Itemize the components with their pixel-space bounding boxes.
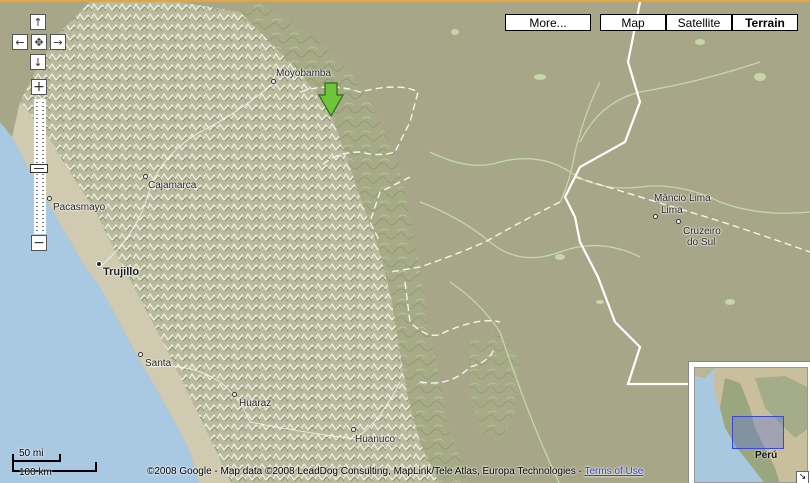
cajamarca-dot	[143, 174, 148, 179]
scale-km-label: 100 km	[19, 467, 52, 478]
scale-bar: 50 mi 100 km	[12, 445, 112, 479]
scale-miles-tick	[59, 454, 61, 462]
arrow-left-icon: ←	[15, 35, 25, 49]
place-label-mancio-lima-city[interactable]: Lima	[661, 205, 683, 216]
overview-country-label: Perú	[755, 450, 778, 461]
huanuco-dot	[351, 427, 356, 432]
place-label-do-sul[interactable]: do Sul	[687, 237, 715, 248]
place-label-cruzeiro[interactable]: Cruzeiro	[683, 226, 721, 237]
place-label-pacasmayo[interactable]: Pacasmayo	[53, 202, 105, 213]
more-button[interactable]: More...	[505, 14, 591, 31]
overview-viewport-rectangle[interactable]	[732, 416, 784, 449]
place-label-huanuco[interactable]: Huanuco	[355, 434, 395, 445]
pan-center-button[interactable]: ✥	[31, 34, 47, 50]
pan-right-button[interactable]: →	[50, 34, 66, 50]
zoom-slider-handle[interactable]	[30, 164, 48, 173]
copyright-notice: ©2008 Google - Map data ©2008 LeadDog Co…	[147, 466, 585, 477]
map-view[interactable]: Moyobamba Cajamarca Pacasmayo Trujillo S…	[0, 0, 810, 483]
place-label-huaraz[interactable]: Huaraz	[239, 398, 271, 409]
moyobamba-dot	[271, 79, 276, 84]
zoom-in-button[interactable]: +	[31, 79, 47, 95]
mancio-lima-dot	[653, 214, 658, 219]
pacasmayo-dot	[47, 196, 52, 201]
huaraz-dot	[232, 392, 237, 397]
pan-left-button[interactable]: ←	[12, 34, 28, 50]
place-label-cajamarca[interactable]: Cajamarca	[148, 180, 196, 191]
place-label-moyobamba[interactable]: Moyobamba	[276, 68, 331, 79]
map-type-terrain-button[interactable]: Terrain	[732, 14, 798, 31]
place-label-santa[interactable]: Santa	[145, 358, 171, 369]
plus-icon: +	[33, 79, 45, 95]
location-marker-icon[interactable]	[318, 82, 344, 118]
collapse-arrow-icon: ↘	[798, 472, 807, 482]
center-icon: ✥	[34, 35, 44, 49]
place-label-trujillo[interactable]: Trujillo	[103, 267, 139, 278]
scale-miles-label: 50 mi	[19, 448, 44, 459]
santa-dot	[138, 352, 143, 357]
overview-map-view[interactable]: Perú	[694, 367, 808, 483]
trujillo-dot	[96, 261, 102, 267]
scale-km-tick	[95, 462, 97, 472]
pan-down-button[interactable]: ↓	[30, 54, 46, 70]
cruzeiro-do-sul-dot	[676, 219, 681, 224]
map-type-map-button[interactable]: Map	[600, 14, 666, 31]
map-type-satellite-button[interactable]: Satellite	[666, 14, 732, 31]
copyright-text: ©2008 Google - Map data ©2008 LeadDog Co…	[147, 466, 643, 477]
terms-of-use-link[interactable]: Terms of Use	[584, 466, 643, 477]
arrow-down-icon: ↓	[33, 55, 43, 69]
overview-toggle-button[interactable]: ↘	[796, 471, 809, 483]
arrow-up-icon: ↑	[33, 15, 43, 29]
pan-up-button[interactable]: ↑	[30, 14, 46, 30]
arrow-right-icon: →	[53, 35, 63, 49]
place-label-mancio-lima-line[interactable]: Mâncio Lima	[654, 193, 711, 204]
overview-map[interactable]: Perú ↘	[688, 361, 810, 483]
scale-miles-line	[12, 460, 60, 462]
minus-icon: −	[33, 235, 45, 251]
scale-left-tick	[12, 454, 14, 471]
zoom-out-button[interactable]: −	[31, 235, 47, 251]
